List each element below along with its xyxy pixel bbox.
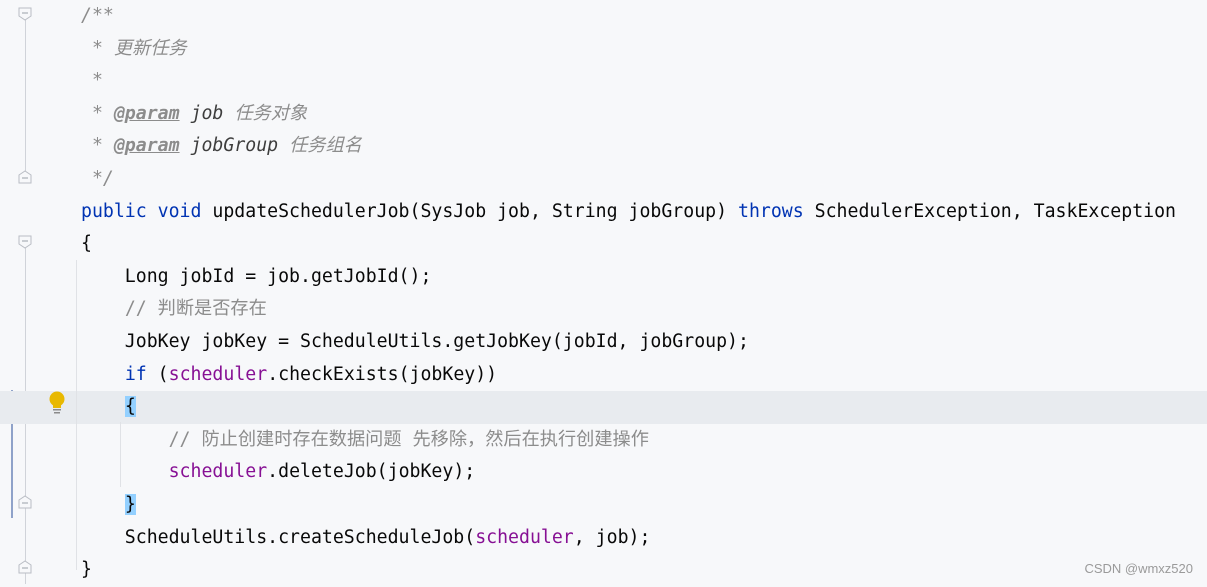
- code-line[interactable]: if (scheduler.checkExists(jobKey)): [0, 359, 1207, 392]
- code-line[interactable]: ScheduleUtils.createScheduleJob(schedule…: [0, 522, 1207, 555]
- code-token: @param: [113, 102, 180, 124]
- code-line-content: * @param job 任务对象: [81, 103, 307, 124]
- code-line-content: */: [81, 168, 114, 189]
- code-line[interactable]: public void updateSchedulerJob(SysJob jo…: [0, 196, 1207, 229]
- code-line-content: }: [81, 559, 92, 580]
- code-line[interactable]: Long jobId = job.getJobId();: [0, 261, 1207, 294]
- code-line[interactable]: * @param job 任务对象: [0, 98, 1207, 131]
- code-token: public void: [81, 200, 213, 222]
- code-token: 任务组名: [278, 135, 362, 157]
- code-token: @param: [113, 135, 180, 157]
- code-token: jobGroup: [190, 135, 279, 157]
- code-token: *: [81, 102, 114, 124]
- code-token: SchedulerException, TaskException: [814, 200, 1176, 222]
- code-line-content: *: [81, 70, 103, 91]
- code-token: *: [81, 135, 114, 157]
- code-line-content: public void updateSchedulerJob(SysJob jo…: [81, 201, 1176, 222]
- code-token: */: [81, 168, 114, 189]
- code-token: scheduler: [168, 461, 268, 483]
- code-token: updateSchedulerJob(SysJob job, String jo…: [212, 200, 738, 222]
- code-line-content: scheduler.deleteJob(jobKey);: [81, 461, 476, 483]
- watermark: CSDN @wmxz520: [1084, 561, 1193, 576]
- code-line-content: // 判断是否存在: [81, 298, 267, 319]
- code-token: {: [124, 396, 136, 418]
- code-token: // 判断是否存在: [124, 298, 267, 320]
- code-line[interactable]: {: [0, 228, 1207, 261]
- code-line[interactable]: {: [0, 391, 1207, 424]
- code-token: 任务对象: [223, 102, 308, 124]
- code-line[interactable]: */: [0, 163, 1207, 196]
- code-line[interactable]: // 防止创建时存在数据问题 先移除，然后在执行创建操作: [0, 424, 1207, 457]
- code-token: (: [157, 363, 169, 385]
- code-token: *: [81, 70, 103, 92]
- code-token: // 防止创建时存在数据问题 先移除，然后在执行创建操作: [168, 428, 649, 450]
- code-token: }: [124, 494, 136, 515]
- code-line-content: ScheduleUtils.createScheduleJob(schedule…: [81, 526, 651, 548]
- code-line-content: {: [81, 396, 136, 418]
- code-line-content: JobKey jobKey = ScheduleUtils.getJobKey(…: [81, 331, 749, 352]
- code-line-content: Long jobId = job.getJobId();: [81, 265, 432, 287]
- code-line[interactable]: /**: [0, 0, 1207, 33]
- code-token: .checkExists(jobKey)): [267, 363, 498, 385]
- code-line[interactable]: * 更新任务: [0, 33, 1207, 66]
- code-line[interactable]: JobKey jobKey = ScheduleUtils.getJobKey(…: [0, 326, 1207, 359]
- code-token: scheduler: [475, 526, 574, 548]
- code-line[interactable]: // 判断是否存在: [0, 293, 1207, 326]
- code-line[interactable]: }: [0, 554, 1207, 587]
- code-token: if: [124, 363, 158, 385]
- code-token: * 更新任务: [81, 37, 187, 59]
- indent-guide: [120, 422, 121, 487]
- code-token: {: [81, 233, 92, 255]
- code-line[interactable]: }: [0, 489, 1207, 522]
- code-token: scheduler: [168, 363, 268, 385]
- code-token: , job);: [573, 526, 651, 548]
- code-line-content: // 防止创建时存在数据问题 先移除，然后在执行创建操作: [81, 429, 649, 450]
- code-token: JobKey jobKey = ScheduleUtils.getJobKey(…: [81, 331, 749, 352]
- indent-guide: [76, 260, 77, 570]
- code-token: }: [81, 559, 92, 581]
- code-token: .deleteJob(jobKey);: [267, 461, 476, 483]
- code-token: ScheduleUtils.createScheduleJob(: [81, 526, 476, 548]
- intention-bulb-icon[interactable]: [48, 391, 66, 415]
- code-token: throws: [738, 200, 815, 222]
- code-line-content: /**: [81, 5, 114, 26]
- code-token: /**: [81, 5, 114, 26]
- code-line[interactable]: *: [0, 65, 1207, 98]
- code-token: job: [190, 102, 224, 124]
- code-token: Long jobId = job.getJobId();: [81, 265, 432, 287]
- code-line[interactable]: * @param jobGroup 任务组名: [0, 130, 1207, 163]
- code-line-content: {: [81, 233, 92, 254]
- code-line-content: }: [81, 494, 136, 515]
- code-line-content: * @param jobGroup 任务组名: [81, 135, 362, 156]
- code-line-content: if (scheduler.checkExists(jobKey)): [81, 364, 497, 385]
- code-line[interactable]: scheduler.deleteJob(jobKey);: [0, 456, 1207, 489]
- code-line-content: * 更新任务: [81, 38, 187, 59]
